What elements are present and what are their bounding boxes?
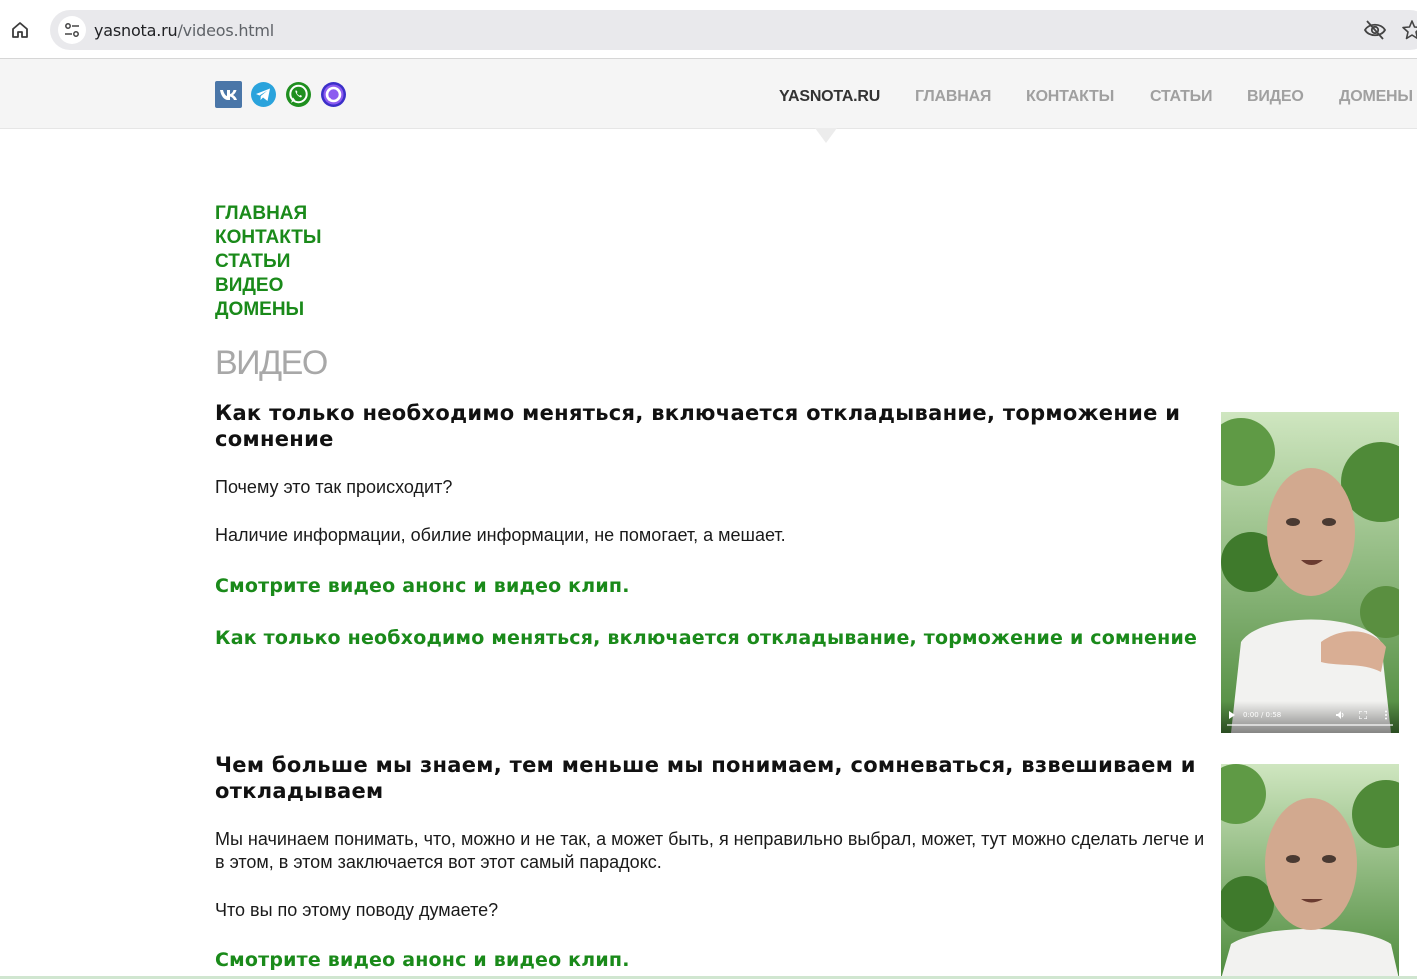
home-icon[interactable] <box>8 18 32 42</box>
url-path: /videos.html <box>177 21 274 40</box>
browser-toolbar: yasnota.ru/videos.html <box>0 0 1417 59</box>
sidenav-item-contacts[interactable]: КОНТАКТЫ <box>215 226 322 250</box>
article-paragraph: Почему это так происходит? <box>215 477 453 497</box>
video-clip-link[interactable]: Как только необходимо меняться, включает… <box>215 624 1205 652</box>
topnav-item-domains[interactable]: ДОМЕНЫ <box>1339 88 1413 106</box>
article-paragraph: Что вы по этому поводу думаете? <box>215 900 499 920</box>
video-thumbnail <box>1221 764 1399 979</box>
play-icon[interactable] <box>1228 711 1236 719</box>
topnav-item-home[interactable]: ГЛАВНАЯ <box>915 88 991 106</box>
video-time: 0:00 / 0:58 <box>1243 711 1282 719</box>
social-links <box>215 81 347 108</box>
sidenav-item-domains[interactable]: ДОМЕНЫ <box>215 298 322 322</box>
video-article: Чем больше мы знаем, тем меньше мы поним… <box>215 752 1205 974</box>
sidenav-item-articles[interactable]: СТАТЬИ <box>215 250 322 274</box>
video-player[interactable]: 0:00 / 0:58 <box>1221 412 1399 733</box>
site-header: YASNOTA.RU ГЛАВНАЯ КОНТАКТЫ СТАТЬИ ВИДЕО… <box>0 59 1417 129</box>
eye-off-icon[interactable] <box>1363 19 1387 46</box>
fullscreen-icon[interactable] <box>1359 711 1367 719</box>
address-bar[interactable]: yasnota.ru/videos.html <box>50 10 1417 50</box>
max-messenger-icon[interactable] <box>320 81 347 108</box>
page-title: ВИДЕО <box>215 344 328 382</box>
video-article: Как только необходимо меняться, включает… <box>215 400 1205 652</box>
topnav-item-articles[interactable]: СТАТЬИ <box>1150 88 1212 106</box>
article-paragraph: Мы начинаем понимать, что, можно и не та… <box>215 829 1205 872</box>
site-brand-link[interactable]: YASNOTA.RU <box>779 88 880 106</box>
sidenav-item-video[interactable]: ВИДЕО <box>215 274 322 298</box>
video-player[interactable] <box>1221 764 1399 979</box>
url-text[interactable]: yasnota.ru/videos.html <box>94 21 274 40</box>
sidenav-item-home[interactable]: ГЛАВНАЯ <box>215 202 322 226</box>
video-announce-link[interactable]: Смотрите видео анонс и видео клип. <box>215 572 1205 600</box>
site-settings-icon[interactable] <box>58 16 86 44</box>
more-options-icon[interactable] <box>1384 710 1388 720</box>
video-controls: 0:00 / 0:58 <box>1221 701 1399 733</box>
volume-icon[interactable] <box>1336 711 1345 719</box>
article-title: Чем больше мы знаем, тем меньше мы поним… <box>215 753 1196 803</box>
topnav-item-video[interactable]: ВИДЕО <box>1247 88 1304 106</box>
video-announce-link[interactable]: Смотрите видео анонс и видео клип. <box>215 946 1205 974</box>
side-navigation: ГЛАВНАЯ КОНТАКТЫ СТАТЬИ ВИДЕО ДОМЕНЫ <box>215 202 322 322</box>
article-paragraph: Наличие информации, обилие информации, н… <box>215 525 786 545</box>
active-nav-pointer <box>815 128 837 143</box>
bookmark-star-icon[interactable] <box>1402 19 1417 46</box>
topnav-item-contacts[interactable]: КОНТАКТЫ <box>1026 88 1114 106</box>
article-title: Как только необходимо меняться, включает… <box>215 401 1181 451</box>
whatsapp-icon[interactable] <box>285 81 312 108</box>
video-thumbnail <box>1221 412 1399 733</box>
vk-icon[interactable] <box>215 81 242 108</box>
video-progress-bar[interactable] <box>1227 724 1393 726</box>
url-host: yasnota.ru <box>94 21 178 40</box>
telegram-icon[interactable] <box>250 81 277 108</box>
